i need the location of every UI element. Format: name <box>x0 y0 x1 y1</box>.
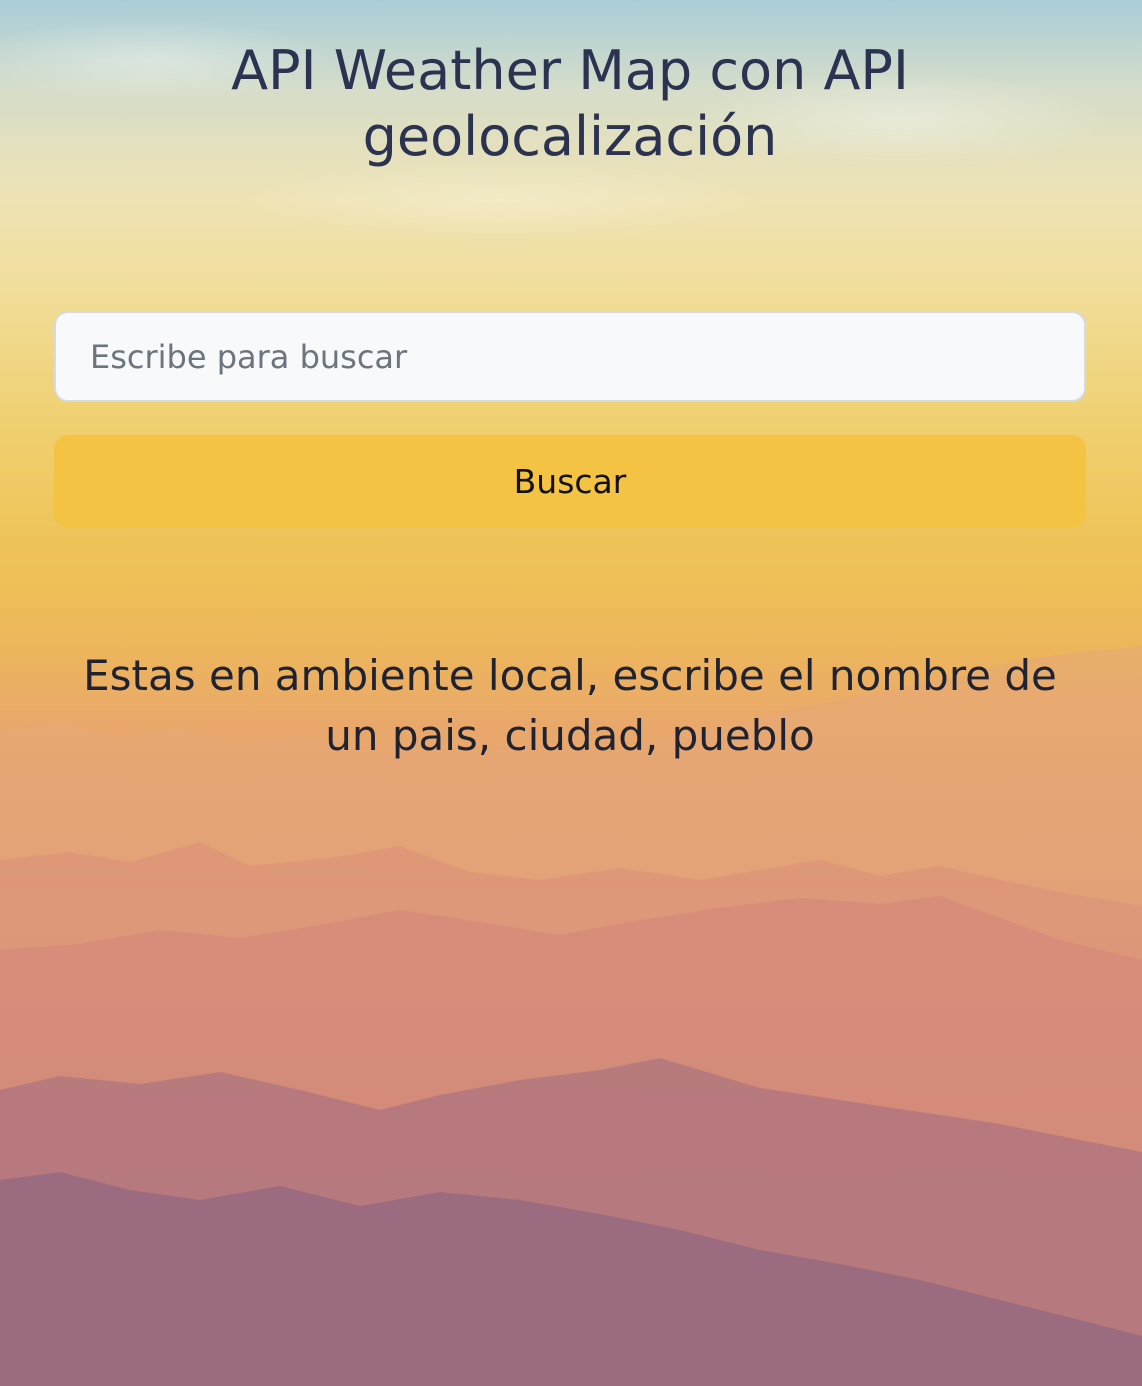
page-title: API Weather Map con API geolocalización <box>231 39 909 168</box>
search-button[interactable]: Buscar <box>54 435 1086 528</box>
search-input[interactable] <box>54 311 1086 402</box>
status-message: Estas en ambiente local, escribe el nomb… <box>83 651 1057 760</box>
